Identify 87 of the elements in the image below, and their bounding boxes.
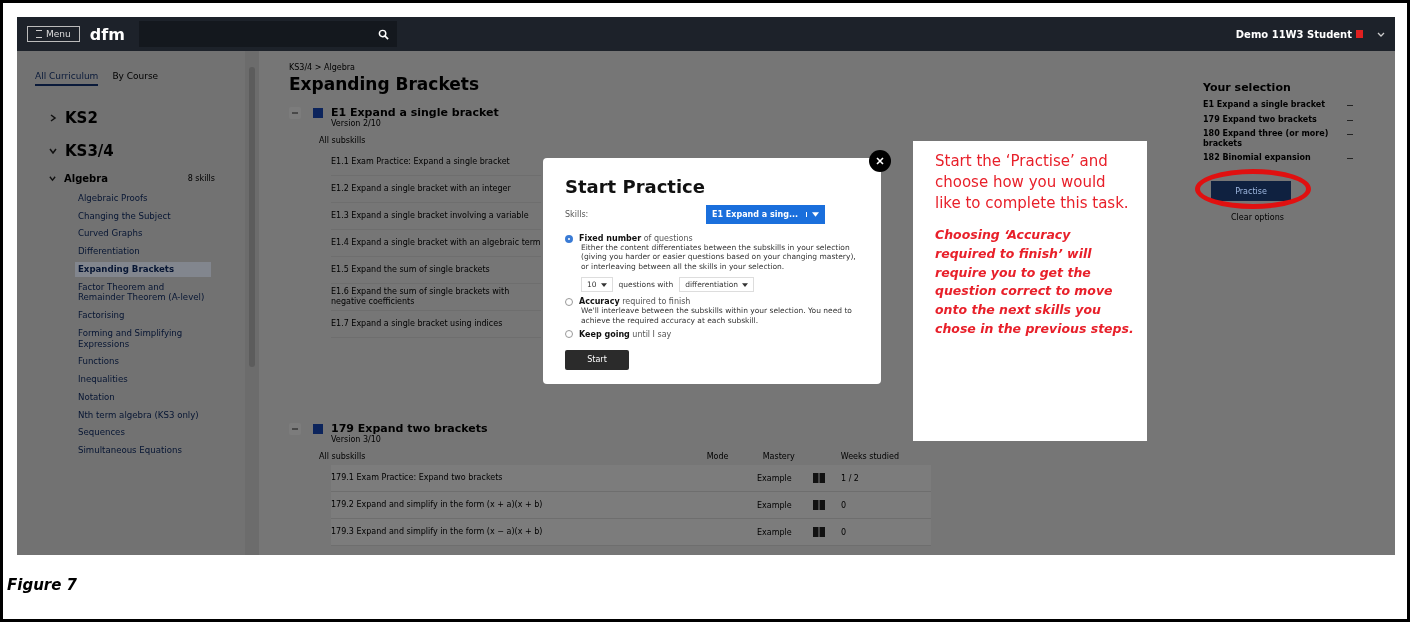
selection-item: 180 Expand three (or more) brackets (1203, 129, 1330, 149)
sidebar-item[interactable]: Nth term algebra (KS3 only) (75, 407, 211, 423)
subskill-link[interactable]: 179.1 Exam Practice: Expand two brackets (331, 473, 741, 483)
mode-cell-text: Example (757, 500, 793, 510)
mastery-cell-text: 1 / 2 (841, 473, 860, 483)
subskill-link[interactable]: E1.4 Expand a single bracket with an algebraic term (331, 238, 541, 248)
caret-icon[interactable] (1377, 31, 1385, 37)
figure-caption: Figure 7 (7, 576, 79, 594)
sidebar-item[interactable]: Simultaneous Equations (75, 443, 211, 458)
clear-link[interactable]: Clear options (1231, 213, 1284, 223)
selection-title: Your selection (1203, 81, 1291, 94)
subskill-link[interactable]: E1.6 Expand the sum of single brackets with negative coefficients (331, 287, 541, 307)
skill-version: Version 2/10 (331, 119, 381, 128)
search-icon (377, 28, 389, 40)
sidebar-item[interactable]: Notation (75, 389, 211, 405)
subskill-link[interactable]: E1.2 Expand a single bracket with an integer (331, 184, 541, 194)
mastery-cell-text: 0 (841, 500, 848, 510)
skills-dropdown[interactable]: E1 Expand a sing... (706, 205, 825, 224)
radio-button[interactable] (565, 234, 573, 243)
selection-item: E1 Expand a single bracket (1203, 100, 1326, 110)
subskill-link[interactable]: E1.3 Expand a single bracket involving a variable (331, 211, 541, 221)
page-title: Expanding Brackets (289, 74, 480, 94)
sidebar-tab[interactable]: By Course (112, 71, 159, 86)
caret-icon (742, 282, 749, 287)
sidebar-item[interactable]: Curved Graphs (75, 226, 211, 242)
book-icon (813, 473, 825, 483)
sidebar-item[interactable]: Factor Theorem and Remainder Theorem (A-level) (75, 279, 211, 306)
skill-checkbox[interactable] (313, 107, 323, 118)
search-field[interactable] (138, 21, 397, 47)
sidebar-item[interactable]: Functions (75, 354, 211, 370)
sidebar-item[interactable]: Forming and Simplifying Expressions (75, 325, 211, 352)
breadcrumb: KS3/4 > Algebra (289, 63, 355, 72)
group-item[interactable]: Algebra (64, 173, 180, 184)
option-label[interactable]: Keep going until I say (579, 329, 672, 339)
sidebar-item[interactable]: Algebraic Proofs (75, 191, 211, 206)
book-icon (813, 527, 825, 537)
mode-cell-text: Example (757, 473, 793, 483)
collapse-icon[interactable] (289, 106, 301, 119)
sidebar-item[interactable]: Inequalities (75, 372, 211, 387)
start-button[interactable]: Start (565, 349, 629, 370)
collapse-icon[interactable] (289, 422, 301, 435)
caret-icon (812, 212, 819, 217)
practise-button[interactable]: Practise (1211, 181, 1291, 202)
column-header: Mastery (762, 452, 796, 461)
subskill-link[interactable]: 179.2 Expand and simplify in the form (x + a)(x + b) (331, 500, 741, 510)
skill-title[interactable]: E1 Expand a single bracket (331, 106, 499, 119)
dialog-title: Start Practice (565, 176, 706, 197)
close-icon (876, 157, 884, 165)
option-label[interactable]: Fixed number of questions (579, 234, 693, 243)
close-button[interactable] (869, 150, 891, 172)
sidebar-tab[interactable]: All Curriculum (35, 71, 99, 86)
notification-badge (1356, 30, 1363, 38)
mode-cell-text: Example (757, 527, 793, 537)
sidebar-item[interactable]: Differentiation (75, 244, 211, 259)
column-header: All subskills (319, 136, 367, 145)
option-label[interactable]: Accuracy required to finish (579, 297, 691, 307)
column-header: Mode (706, 452, 730, 461)
annotation-note: Choosing ‘Accuracy required to finish’ will require you to get the question correct to move onto the next skills you chose in the previous steps. (935, 226, 1135, 338)
skill-count: 8 skills (187, 174, 215, 183)
logo[interactable]: dfm (89, 24, 125, 44)
selection-item: 179 Expand two brackets (1203, 114, 1318, 125)
skill-checkbox[interactable] (313, 423, 323, 434)
level-item[interactable]: KS2 (65, 109, 98, 127)
sidebar-item[interactable]: Sequences (75, 425, 211, 440)
subskill-link[interactable]: E1.1 Exam Practice: Expand a single bracket (331, 157, 541, 167)
selection-item: 182 Binomial expansion (1203, 153, 1312, 163)
skill-version: Version 3/10 (331, 435, 381, 444)
chevron-icon[interactable] (49, 175, 56, 182)
menu-button[interactable]: Menu (27, 26, 80, 42)
subskill-link[interactable]: 179.3 Expand and simplify in the form (x − a)(x + b) (331, 527, 741, 537)
column-header: All subskills (319, 452, 367, 461)
column-header: Weeks studied (840, 452, 899, 461)
chevron-icon[interactable] (49, 114, 57, 122)
chevron-icon[interactable] (49, 147, 57, 155)
book-icon (813, 500, 825, 510)
mastery-cell-text: 0 (841, 527, 848, 537)
annotation-heading: Start the ‘Practise’ and choose how you would like to complete this task. (935, 151, 1130, 214)
subskill-link[interactable]: E1.7 Expand a single bracket using indices (331, 319, 541, 329)
skills-label: Skills: (565, 210, 589, 219)
sidebar-item[interactable]: Factorising (75, 308, 211, 323)
level-item[interactable]: KS3/4 (65, 142, 114, 160)
user-menu[interactable]: Demo 11W3 Student (1235, 28, 1352, 40)
skill-title[interactable]: 179 Expand two brackets (331, 422, 488, 435)
sidebar-item[interactable]: Changing the Subject (75, 208, 211, 224)
caret-icon (600, 282, 607, 287)
sidebar-item[interactable]: Expanding Brackets (75, 261, 211, 277)
subskill-link[interactable]: E1.5 Expand the sum of single brackets (331, 265, 541, 275)
